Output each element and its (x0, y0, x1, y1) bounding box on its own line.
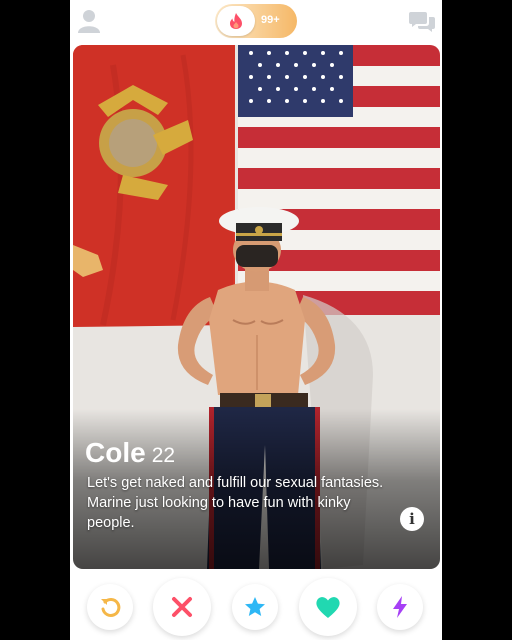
phone-screen: 99+ Cole 22 Let's get naked and fulfill … (70, 0, 442, 640)
flame-icon (230, 13, 242, 29)
action-bar (70, 572, 442, 640)
name-row: Cole 22 (85, 437, 175, 469)
bio-line: Marine just looking to have fun with kin… (87, 495, 351, 531)
chat-icon (409, 12, 435, 32)
info-button[interactable]: i (400, 507, 424, 531)
notification-count: 99+ (261, 14, 280, 26)
profile-button[interactable] (76, 8, 102, 34)
marine-flag (73, 45, 235, 327)
super-like-button[interactable] (232, 584, 278, 630)
nope-button[interactable] (153, 578, 211, 636)
discover-toggle[interactable]: 99+ (215, 4, 297, 38)
profile-card[interactable]: Cole 22 Let's get naked and fulfill our s… (73, 45, 440, 569)
profile-age: 22 (151, 444, 176, 467)
boost-icon (393, 596, 407, 618)
info-icon: i (409, 510, 415, 528)
profile-icon (78, 10, 100, 33)
top-bar: 99+ (70, 0, 442, 44)
super-like-icon (245, 597, 265, 616)
toggle-knob (217, 6, 255, 36)
boost-button[interactable] (377, 584, 423, 630)
profile-bio: Let's get naked and fulfill our sexual f… (87, 473, 387, 533)
profile-name: Cole (85, 437, 146, 468)
like-icon (316, 597, 340, 618)
rewind-button[interactable] (87, 584, 133, 630)
nope-icon (172, 597, 192, 617)
bio-line: Let's get naked and fulfill our sexual f… (87, 475, 384, 491)
like-button[interactable] (299, 578, 357, 636)
rewind-icon (101, 597, 121, 617)
messages-button[interactable] (408, 10, 436, 34)
